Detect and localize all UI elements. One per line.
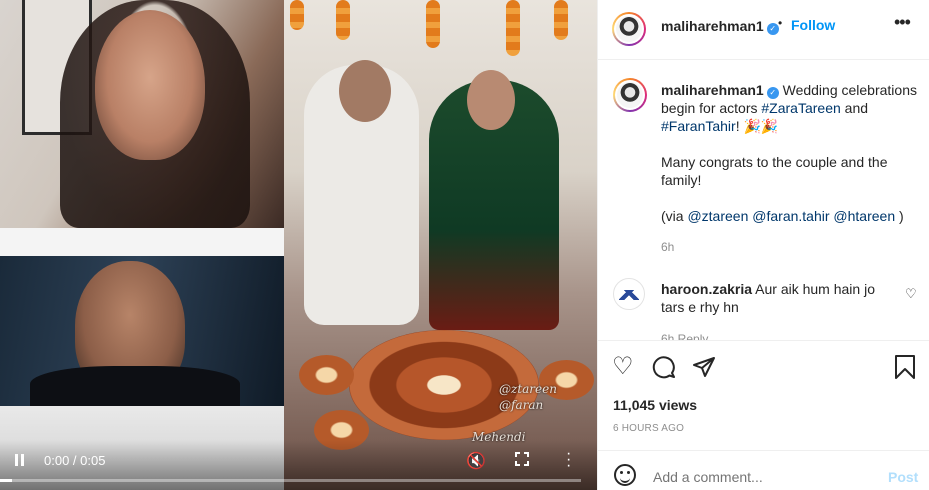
post-sidebar: maliharehman1 ✓ • Follow ••• maliharehman…: [597, 0, 929, 490]
verified-badge-icon: ✓: [766, 87, 779, 99]
comment-text: haroon.zakria Aur aik hum hain jo tars e…: [661, 280, 891, 316]
wedding-photo: @ztareen @faran Mehendi: [284, 0, 597, 490]
video-options-icon[interactable]: · · ·: [566, 446, 571, 474]
comment-icon[interactable]: [652, 355, 676, 384]
hashtag-farantahir[interactable]: #FaranTahir: [661, 118, 736, 134]
video-time: 0:00 / 0:05: [44, 453, 106, 468]
watermark-tag-1: @ztareen: [499, 382, 557, 396]
post-comment-button[interactable]: Post: [888, 469, 918, 485]
follow-button[interactable]: Follow: [791, 17, 835, 33]
mention-ztareen[interactable]: @ztareen: [687, 208, 748, 224]
video-progress-fill: [0, 479, 12, 482]
video-frame: @ztareen @faran Mehendi: [0, 0, 597, 490]
comment-input[interactable]: [653, 469, 873, 485]
mute-icon[interactable]: 🔇: [466, 451, 486, 471]
caption-timestamp[interactable]: 6h: [661, 240, 674, 254]
comments-section: maliharehman1 ✓ Wedding celebrations begi…: [598, 60, 929, 340]
fullscreen-icon[interactable]: [515, 452, 529, 466]
caption-text-part: ): [895, 208, 904, 224]
mention-htareen[interactable]: @htareen: [833, 208, 895, 224]
author-username[interactable]: maliharehman1: [661, 18, 764, 34]
save-bookmark-icon[interactable]: [894, 355, 916, 384]
video-progress-bar[interactable]: [0, 479, 581, 482]
view-count[interactable]: 11,045 views: [613, 397, 697, 413]
caption-via: (via @ztareen @faran.tahir @htareen ): [661, 207, 918, 225]
post-actions: ♡ 11,045 views 6 HOURS AGO: [598, 340, 929, 450]
mention-faran-tahir[interactable]: @faran.tahir: [752, 208, 829, 224]
emoji-icon[interactable]: [614, 464, 636, 486]
post-video[interactable]: @ztareen @faran Mehendi 0:00 / 0:05 🔇 · ·…: [0, 0, 597, 490]
more-options-icon[interactable]: •••: [894, 12, 911, 33]
like-comment-icon[interactable]: ♡: [905, 286, 917, 302]
comment-meta[interactable]: 6h Reply: [661, 332, 708, 340]
actress-portrait: [0, 0, 284, 228]
caption-text-part: ! 🎉🎉: [735, 118, 779, 134]
share-icon[interactable]: [692, 355, 716, 384]
watermark-tag-2: @faran: [499, 398, 544, 412]
caption-line-2: Many congrats to the couple and the fami…: [661, 154, 888, 188]
caption-text-part: and: [840, 100, 869, 116]
commenter-username[interactable]: haroon.zakria: [661, 281, 752, 297]
like-icon[interactable]: ♡: [612, 355, 634, 379]
commenter-avatar[interactable]: [613, 278, 645, 310]
actor-portrait: [0, 256, 284, 411]
caption-text: maliharehman1 ✓ Wedding celebrations begi…: [661, 81, 918, 225]
add-comment-bar: Post: [598, 450, 929, 490]
post-timestamp[interactable]: 6 HOURS AGO: [613, 423, 684, 434]
separator-dot: •: [778, 16, 783, 30]
author-avatar[interactable]: [612, 12, 646, 46]
verified-badge-icon: ✓: [766, 23, 779, 35]
hashtag-zaratareen[interactable]: #ZaraTareen: [761, 100, 840, 116]
caption-avatar[interactable]: [613, 78, 647, 112]
caption-text-part: (via: [661, 208, 688, 224]
video-controls: 0:00 / 0:05 🔇 · · ·: [0, 440, 597, 490]
post-header: maliharehman1 ✓ • Follow •••: [598, 0, 929, 60]
caption-username[interactable]: maliharehman1: [661, 82, 764, 98]
pause-icon[interactable]: [14, 454, 26, 468]
